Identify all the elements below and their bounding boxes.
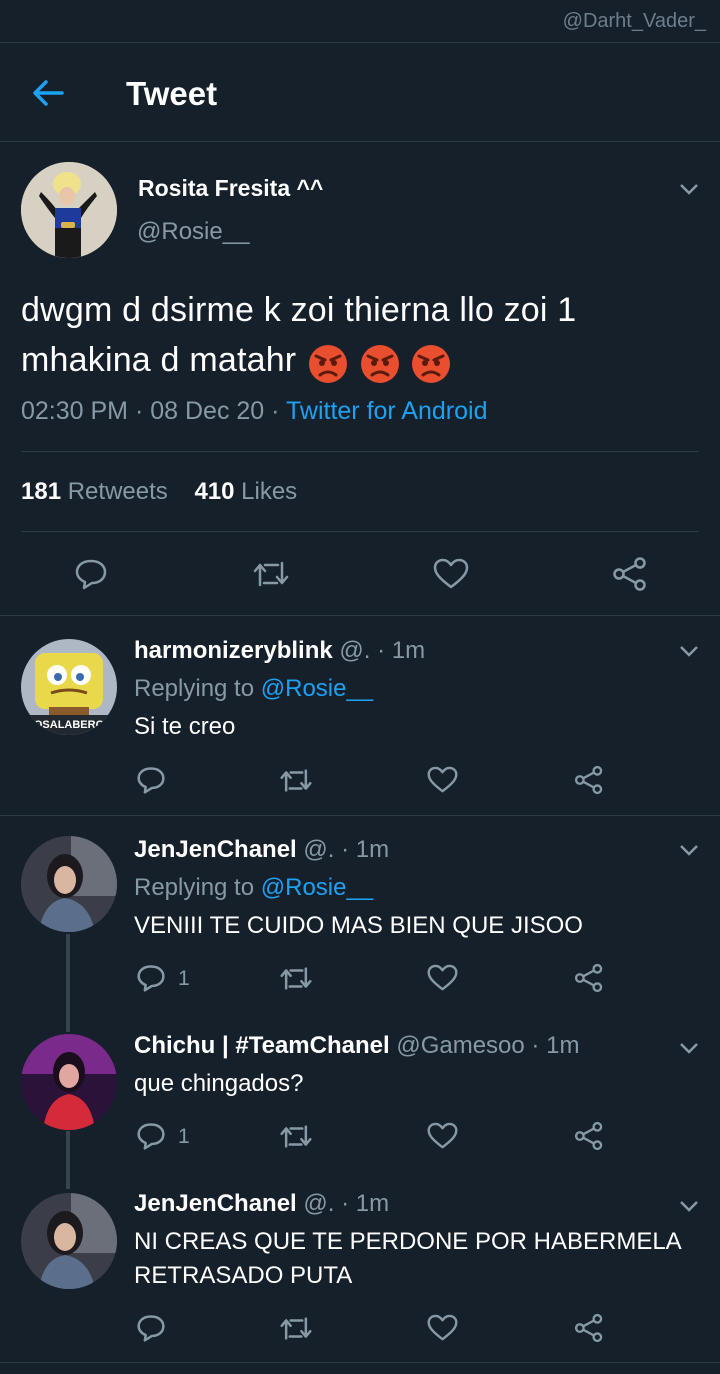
share-icon[interactable] bbox=[574, 1121, 604, 1151]
avatar[interactable] bbox=[21, 1193, 117, 1289]
retweet-icon[interactable] bbox=[279, 1123, 313, 1150]
reply-count: 1 bbox=[178, 967, 190, 990]
main-tweet: Rosita Fresita ^^ @Rosie__ dwgm d dsirme… bbox=[0, 143, 720, 616]
likes-stat[interactable]: 410 Likes bbox=[194, 478, 297, 505]
reply-icon[interactable] bbox=[136, 765, 166, 795]
reply-tweet[interactable]: JenJenChanel @. · 1m Replying to @Rosie_… bbox=[0, 816, 720, 1016]
like-heart-icon[interactable] bbox=[427, 766, 458, 794]
chevron-down-icon[interactable] bbox=[679, 645, 699, 657]
tweet-text: dwgm d dsirme k zoi thierna llo zoi 1 mh… bbox=[21, 285, 701, 387]
reply-time: 1m bbox=[355, 1190, 390, 1217]
retweet-icon[interactable] bbox=[279, 1315, 313, 1342]
reply-author-handle: @. bbox=[303, 1190, 335, 1217]
divider bbox=[21, 451, 699, 452]
like-count: 410 bbox=[194, 478, 235, 505]
reply-text: Si te creo bbox=[134, 713, 236, 740]
angry-face-icon bbox=[412, 345, 451, 384]
replying-to-handle-link[interactable]: @Rosie__ bbox=[261, 675, 373, 702]
reply-tweet[interactable]: JenJenChanel @. · 1m NI CREAS QUE TE PER… bbox=[0, 1176, 720, 1362]
reply-icon[interactable] bbox=[136, 963, 166, 993]
like-heart-icon[interactable] bbox=[427, 964, 458, 992]
divider bbox=[0, 1362, 720, 1363]
retweets-stat[interactable]: 181 Retweets bbox=[21, 478, 168, 505]
reply-icon[interactable] bbox=[136, 1121, 166, 1151]
reply-author-name[interactable]: JenJenChanel bbox=[134, 1190, 297, 1217]
reply-tweet[interactable]: Chichu | #TeamChanel @Gamesoo · 1m que c… bbox=[0, 1016, 720, 1176]
avatar[interactable] bbox=[21, 1034, 117, 1130]
share-icon[interactable] bbox=[574, 1313, 604, 1343]
retweet-icon[interactable] bbox=[279, 965, 313, 992]
chevron-down-icon[interactable] bbox=[679, 844, 699, 856]
back-arrow-icon[interactable] bbox=[30, 77, 68, 109]
chevron-down-icon[interactable] bbox=[679, 183, 699, 195]
reply-author-handle: @. bbox=[339, 637, 371, 664]
tweet-text-body: dwgm d dsirme k zoi thierna llo zoi 1 mh… bbox=[21, 291, 577, 379]
replying-to-label: Replying to bbox=[134, 874, 255, 901]
chevron-down-icon[interactable] bbox=[679, 1042, 699, 1054]
replying-to-label: Replying to bbox=[134, 675, 255, 702]
tweet-date: 08 Dec 20 bbox=[150, 397, 265, 425]
retweet-icon[interactable] bbox=[279, 767, 313, 794]
reply-text-line: RETRASADO PUTA bbox=[134, 1262, 353, 1289]
reply-author: JenJenChanel @. · 1m bbox=[134, 1190, 389, 1218]
author-name[interactable]: Rosita Fresita ^^ bbox=[138, 175, 323, 202]
angry-face-emojis bbox=[306, 337, 451, 387]
reply-time: 1m bbox=[391, 637, 426, 664]
angry-face-icon bbox=[360, 345, 399, 384]
avatar[interactable] bbox=[21, 162, 117, 258]
watermark: @Darht_Vader_ bbox=[562, 10, 706, 32]
replying-to: Replying to @Rosie__ bbox=[134, 675, 373, 703]
replying-to-handle-link[interactable]: @Rosie__ bbox=[261, 874, 373, 901]
retweet-count: 181 bbox=[21, 478, 62, 505]
tweet-source-link[interactable]: Twitter for Android bbox=[286, 397, 487, 425]
tweet-stats: 181 Retweets 410 Likes bbox=[21, 478, 297, 506]
meta-separator: · bbox=[531, 1032, 540, 1059]
reply-author-name[interactable]: harmonizeryblink bbox=[134, 637, 333, 664]
like-heart-icon[interactable] bbox=[427, 1314, 458, 1342]
avatar[interactable]: OSALABERO bbox=[21, 639, 117, 735]
meta-separator: · bbox=[341, 836, 350, 863]
tweet-time: 02:30 PM bbox=[21, 397, 129, 425]
meta-separator: · bbox=[271, 397, 280, 425]
reply-icon[interactable] bbox=[136, 1313, 166, 1343]
avatar-text: OSALABERO bbox=[34, 719, 105, 731]
reply-text-line: NI CREAS QUE TE PERDONE POR HABERMELA bbox=[134, 1228, 682, 1255]
reply-author: harmonizeryblink @. · 1m bbox=[134, 637, 425, 665]
reply-time: 1m bbox=[546, 1032, 580, 1059]
angry-face-icon bbox=[309, 345, 347, 384]
retweet-icon[interactable] bbox=[252, 559, 290, 589]
replying-to: Replying to @Rosie__ bbox=[134, 874, 373, 902]
reply-author: JenJenChanel @. · 1m bbox=[134, 836, 389, 864]
like-heart-icon[interactable] bbox=[427, 1122, 458, 1150]
likes-label: Likes bbox=[241, 478, 298, 505]
meta-separator: · bbox=[377, 637, 386, 664]
meta-separator: · bbox=[341, 1190, 350, 1217]
reply-author: Chichu | #TeamChanel @Gamesoo · 1m bbox=[134, 1032, 579, 1060]
reply-tweet[interactable]: OSALABERO harmonizeryblink @. · 1m Reply… bbox=[0, 617, 720, 815]
reply-icon[interactable] bbox=[74, 557, 108, 591]
chevron-down-icon[interactable] bbox=[679, 1200, 699, 1212]
reply-text: que chingados? bbox=[134, 1070, 304, 1097]
reply-author-handle: @Gamesoo bbox=[396, 1032, 525, 1059]
reply-author-handle: @. bbox=[303, 836, 335, 863]
share-icon[interactable] bbox=[612, 556, 648, 592]
reply-author-name[interactable]: Chichu | #TeamChanel bbox=[134, 1032, 390, 1059]
reply-author-name[interactable]: JenJenChanel bbox=[134, 836, 297, 863]
reply-count: 1 bbox=[178, 1125, 190, 1148]
like-heart-icon[interactable] bbox=[433, 558, 469, 590]
tweet-meta: 02:30 PM · 08 Dec 20 · Twitter for Andro… bbox=[21, 397, 487, 426]
author-handle[interactable]: @Rosie__ bbox=[137, 218, 249, 246]
meta-separator: · bbox=[134, 397, 144, 425]
reply-time: 1m bbox=[355, 836, 390, 863]
reply-text: VENIII TE CUIDO MAS BIEN QUE JISOO bbox=[134, 912, 583, 939]
share-icon[interactable] bbox=[574, 765, 604, 795]
avatar[interactable] bbox=[21, 836, 117, 932]
top-bar: Tweet bbox=[0, 42, 720, 142]
page-title: Tweet bbox=[126, 75, 218, 112]
divider bbox=[21, 531, 699, 532]
share-icon[interactable] bbox=[574, 963, 604, 993]
retweets-label: Retweets bbox=[67, 478, 168, 505]
